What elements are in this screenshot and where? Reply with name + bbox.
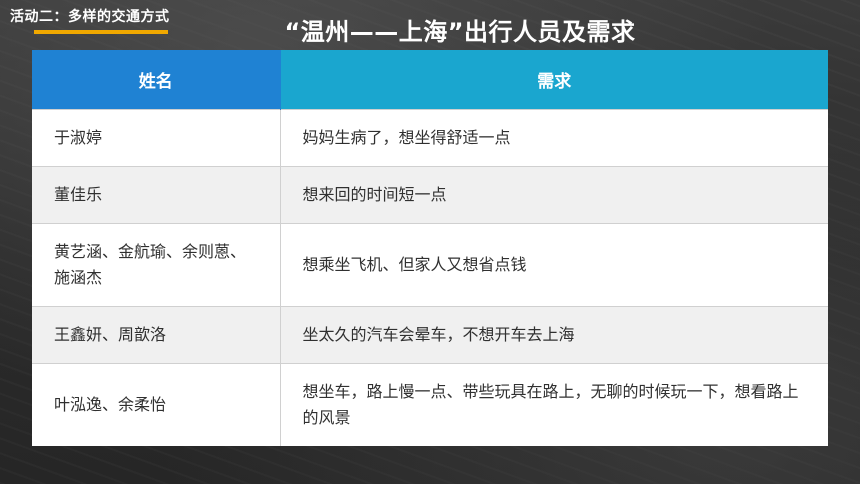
cell-need: 想坐车，路上慢一点、带些玩具在路上，无聊的时候玩一下，想看路上的风景 bbox=[280, 363, 828, 446]
table-row: 叶泓逸、余柔怡 想坐车，路上慢一点、带些玩具在路上，无聊的时候玩一下，想看路上的… bbox=[32, 363, 828, 446]
table-header-row: 姓名 需求 bbox=[32, 50, 828, 110]
cell-need: 妈妈生病了，想坐得舒适一点 bbox=[280, 109, 828, 167]
cell-name: 于淑婷 bbox=[32, 109, 281, 167]
cell-name: 黄艺涵、金航瑜、余则蒽、施涵杰 bbox=[32, 223, 281, 307]
requirements-table: 姓名 需求 于淑婷 妈妈生病了，想坐得舒适一点 董佳乐 想来回的时间短一点 黄艺… bbox=[32, 50, 828, 448]
cell-name: 王鑫妍、周歆洛 bbox=[32, 306, 281, 364]
table-row: 黄艺涵、金航瑜、余则蒽、施涵杰 想乘坐飞机、但家人又想省点钱 bbox=[32, 223, 828, 307]
table-row: 于淑婷 妈妈生病了，想坐得舒适一点 bbox=[32, 109, 828, 167]
cell-need: 想来回的时间短一点 bbox=[280, 166, 828, 224]
page-title: “温州——上海”出行人员及需求 bbox=[284, 18, 636, 46]
table: 姓名 需求 于淑婷 妈妈生病了，想坐得舒适一点 董佳乐 想来回的时间短一点 黄艺… bbox=[32, 50, 828, 446]
cell-need: 想乘坐飞机、但家人又想省点钱 bbox=[280, 223, 828, 307]
table-row: 王鑫妍、周歆洛 坐太久的汽车会晕车，不想开车去上海 bbox=[32, 306, 828, 364]
activity-label: 活动二：多样的交通方式 bbox=[10, 9, 170, 25]
cell-name: 董佳乐 bbox=[32, 166, 281, 224]
header-need: 需求 bbox=[279, 50, 828, 110]
cell-name: 叶泓逸、余柔怡 bbox=[32, 363, 281, 446]
activity-underline bbox=[34, 30, 168, 34]
cell-need: 坐太久的汽车会晕车，不想开车去上海 bbox=[280, 306, 828, 364]
table-row: 董佳乐 想来回的时间短一点 bbox=[32, 166, 828, 224]
header-name: 姓名 bbox=[32, 50, 280, 110]
